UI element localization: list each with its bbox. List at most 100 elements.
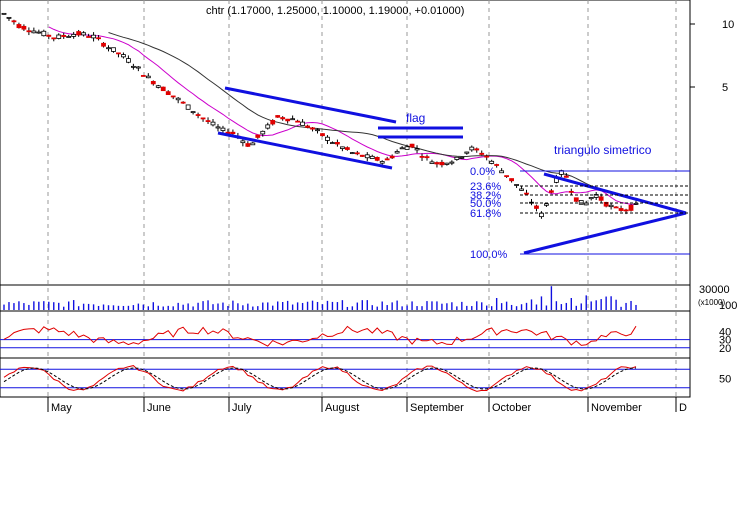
- candle-body: [628, 204, 634, 211]
- candle-body: [290, 118, 296, 121]
- candle-body: [588, 197, 594, 200]
- candle-body: [454, 156, 460, 160]
- candle-body: [469, 146, 475, 151]
- candle-body: [310, 127, 315, 130]
- volume-unit-label: (x1000): [698, 298, 725, 307]
- candle-body: [419, 155, 425, 158]
- candle-body: [91, 34, 96, 39]
- candle-body: [524, 192, 529, 195]
- candle-body: [563, 175, 569, 178]
- candle-body: [300, 121, 305, 126]
- candle-body: [499, 170, 505, 174]
- candle-body: [434, 162, 440, 165]
- candle-body: [145, 75, 151, 79]
- candle-body: [394, 151, 400, 154]
- candle-body: [165, 91, 171, 96]
- candle-body: [140, 75, 146, 77]
- month-label: July: [232, 402, 252, 414]
- candle-body: [305, 125, 310, 128]
- candle-body: [86, 36, 91, 38]
- candle-body: [255, 134, 261, 138]
- candle-body: [399, 147, 405, 150]
- candle-body: [509, 178, 514, 182]
- candle-body: [36, 31, 42, 34]
- candle-body: [280, 117, 286, 120]
- candle-body: [240, 140, 246, 144]
- candle-body: [260, 130, 266, 135]
- month-label: November: [591, 402, 642, 414]
- price-tick-label: 10: [722, 19, 734, 31]
- candle-body: [439, 161, 445, 166]
- candle-body: [160, 86, 166, 92]
- month-label: August: [325, 402, 359, 414]
- candle-body: [359, 154, 365, 157]
- candle-body: [205, 120, 211, 122]
- candle-body: [210, 121, 216, 126]
- candle-body: [96, 37, 101, 40]
- candle-body: [1, 12, 7, 15]
- price-tick-label: 5: [722, 82, 728, 94]
- candle-body: [245, 143, 251, 147]
- candle-body: [175, 97, 181, 101]
- candle-body: [459, 156, 465, 159]
- stochastic-tick-label: 50: [719, 374, 731, 386]
- candle-body: [150, 81, 156, 85]
- candle-body: [315, 129, 320, 132]
- candle-body: [335, 142, 340, 145]
- candle-body: [369, 155, 375, 159]
- candle-body: [374, 156, 380, 161]
- month-label: May: [51, 402, 72, 414]
- candle-body: [230, 131, 236, 135]
- chart-svg: flagtriangulo simetrico 0.0%23.6%38.2%50…: [0, 0, 737, 515]
- candle-body: [549, 190, 554, 193]
- candle-body: [444, 162, 450, 165]
- candle-body: [578, 200, 584, 205]
- candle-body: [265, 124, 271, 129]
- candle-body: [504, 175, 510, 178]
- candle-body: [275, 115, 281, 118]
- candle-body: [633, 203, 639, 205]
- candle-body: [364, 154, 370, 159]
- candle-body: [126, 58, 131, 63]
- chart-background: [0, 0, 737, 515]
- candle-body: [449, 161, 455, 164]
- candle-body: [568, 190, 574, 193]
- candle-body: [379, 161, 385, 164]
- candle-body: [190, 111, 196, 114]
- candle-body: [81, 32, 87, 36]
- candle-body: [185, 104, 191, 110]
- candle-body: [155, 85, 161, 88]
- rsi-tick-label: 20: [719, 343, 731, 355]
- candle-body: [61, 35, 67, 37]
- fib-level-label: 0.0%: [470, 166, 495, 178]
- candle-body: [11, 20, 17, 23]
- candle-body: [384, 158, 390, 161]
- candle-body: [539, 212, 544, 218]
- month-label: June: [147, 402, 171, 414]
- candle-body: [484, 155, 490, 158]
- candle-body: [106, 47, 111, 50]
- candle-body: [76, 31, 82, 36]
- candle-body: [489, 160, 495, 164]
- candle-body: [195, 114, 201, 116]
- candle-body: [429, 161, 435, 164]
- chart-title: chtr (1.17000, 1.25000, 1.10000, 1.19000…: [206, 5, 464, 17]
- candle-body: [613, 206, 619, 209]
- candle-body: [295, 120, 301, 123]
- flag-label: flag: [406, 111, 425, 125]
- candle-body: [544, 203, 549, 206]
- candle-body: [494, 164, 500, 166]
- fib-level-label: 100.0%: [470, 249, 508, 261]
- candle-body: [618, 208, 624, 211]
- candle-body: [285, 118, 291, 122]
- candle-body: [404, 146, 410, 150]
- candle-body: [31, 30, 37, 34]
- candle-body: [116, 52, 121, 55]
- candle-body: [26, 30, 32, 33]
- triangle-label: triangulo simetrico: [554, 143, 652, 157]
- candle-body: [16, 24, 22, 29]
- candle-body: [354, 152, 360, 155]
- candle-body: [389, 155, 395, 159]
- fib-level-label: 61.8%: [470, 208, 501, 220]
- candle-body: [200, 117, 206, 120]
